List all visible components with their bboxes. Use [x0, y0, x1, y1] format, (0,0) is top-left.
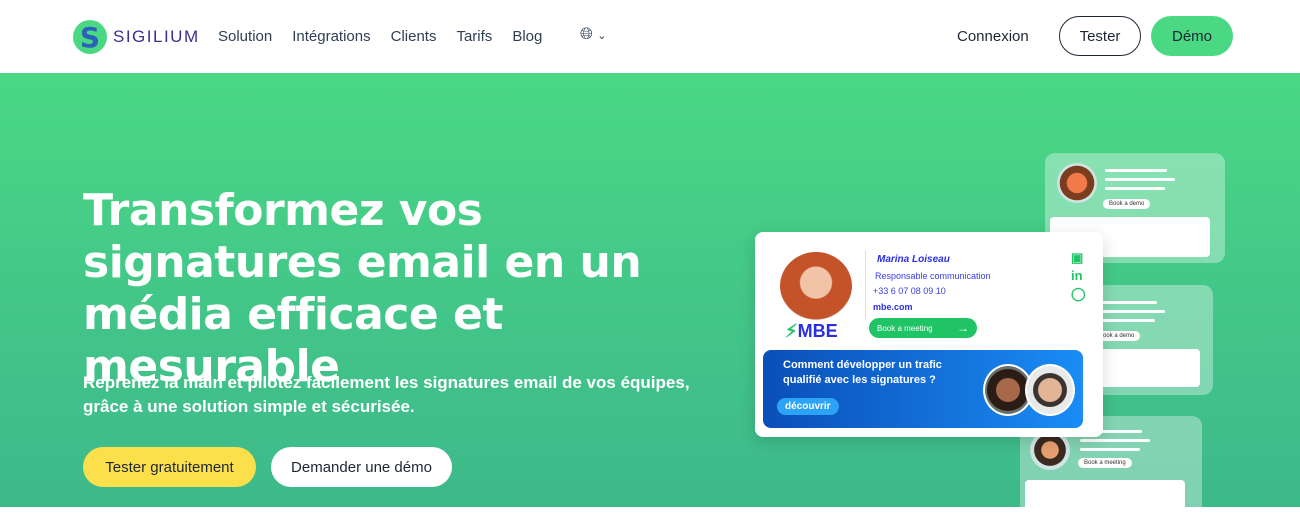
line	[1095, 301, 1157, 304]
mini-cta: Book a demo	[1103, 199, 1151, 209]
logo-mark: S	[73, 20, 107, 54]
tester-button[interactable]: Tester	[1059, 16, 1141, 56]
nav-tarifs[interactable]: Tarifs	[456, 28, 492, 45]
request-demo-button[interactable]: Demander une démo	[271, 447, 452, 487]
mini-cta: Book a meeting	[1078, 458, 1132, 468]
line	[1095, 319, 1155, 322]
contact-icon: ▣	[1071, 250, 1084, 265]
avatar	[1025, 364, 1075, 416]
linkedin-icon: in	[1071, 268, 1083, 283]
hero-section: Transformez vos signatures email en un m…	[0, 73, 1300, 520]
hero-subtitle: Reprenez la main et pilotez facilement l…	[83, 373, 690, 416]
signature-banner: Comment développer un trafic qualifié av…	[763, 350, 1083, 428]
signature-role: Responsable communication	[875, 271, 991, 281]
signature-phone: +33 6 07 08 09 10	[873, 286, 946, 296]
signature-website: mbe.com	[873, 302, 913, 312]
try-free-button[interactable]: Tester gratuitement	[83, 447, 256, 487]
top-nav: S SIGILIUM Solution Intégrations Clients…	[0, 0, 1300, 73]
nav-blog[interactable]: Blog	[512, 28, 542, 45]
line	[1105, 169, 1167, 172]
nav-solution[interactable]: Solution	[218, 28, 272, 45]
line	[1080, 439, 1150, 442]
login-link[interactable]: Connexion	[957, 28, 1029, 45]
nav-clients[interactable]: Clients	[391, 28, 437, 45]
nav-integrations[interactable]: Intégrations	[292, 28, 370, 45]
logo[interactable]: S SIGILIUM	[73, 20, 200, 54]
company-logo: ⚡︎MBE	[785, 321, 838, 341]
main-menu: Solution Intégrations Clients Tarifs Blo…	[218, 28, 542, 45]
line	[1080, 448, 1140, 451]
placeholder	[1025, 480, 1185, 520]
profile-photo	[780, 252, 852, 320]
brand-name: SIGILIUM	[113, 27, 200, 46]
instagram-icon: ◯	[1071, 286, 1086, 301]
banner-text: Comment développer un trafic qualifié av…	[783, 359, 942, 386]
book-meeting-button: Book a meeting →	[869, 318, 977, 338]
language-selector[interactable]: 🌐︎ ⌄	[580, 26, 606, 44]
arrow-right-icon: →	[957, 321, 969, 335]
demo-button[interactable]: Démo	[1151, 16, 1233, 56]
line	[1105, 187, 1165, 190]
lightning-icon: ⚡︎	[785, 321, 798, 341]
line	[1105, 178, 1175, 181]
hero-title: Transformez vos signatures email en un m…	[83, 185, 642, 392]
line	[1095, 310, 1165, 313]
chevron-down-icon: ⌄	[597, 30, 607, 42]
globe-icon: 🌐︎	[580, 26, 593, 43]
signature-name: Marina Loiseau	[877, 254, 950, 265]
avatar	[1057, 163, 1097, 203]
divider	[865, 250, 866, 320]
discover-button: découvrir	[777, 398, 839, 415]
signature-card: ⚡︎MBE Marina Loiseau Responsable communi…	[755, 232, 1103, 437]
